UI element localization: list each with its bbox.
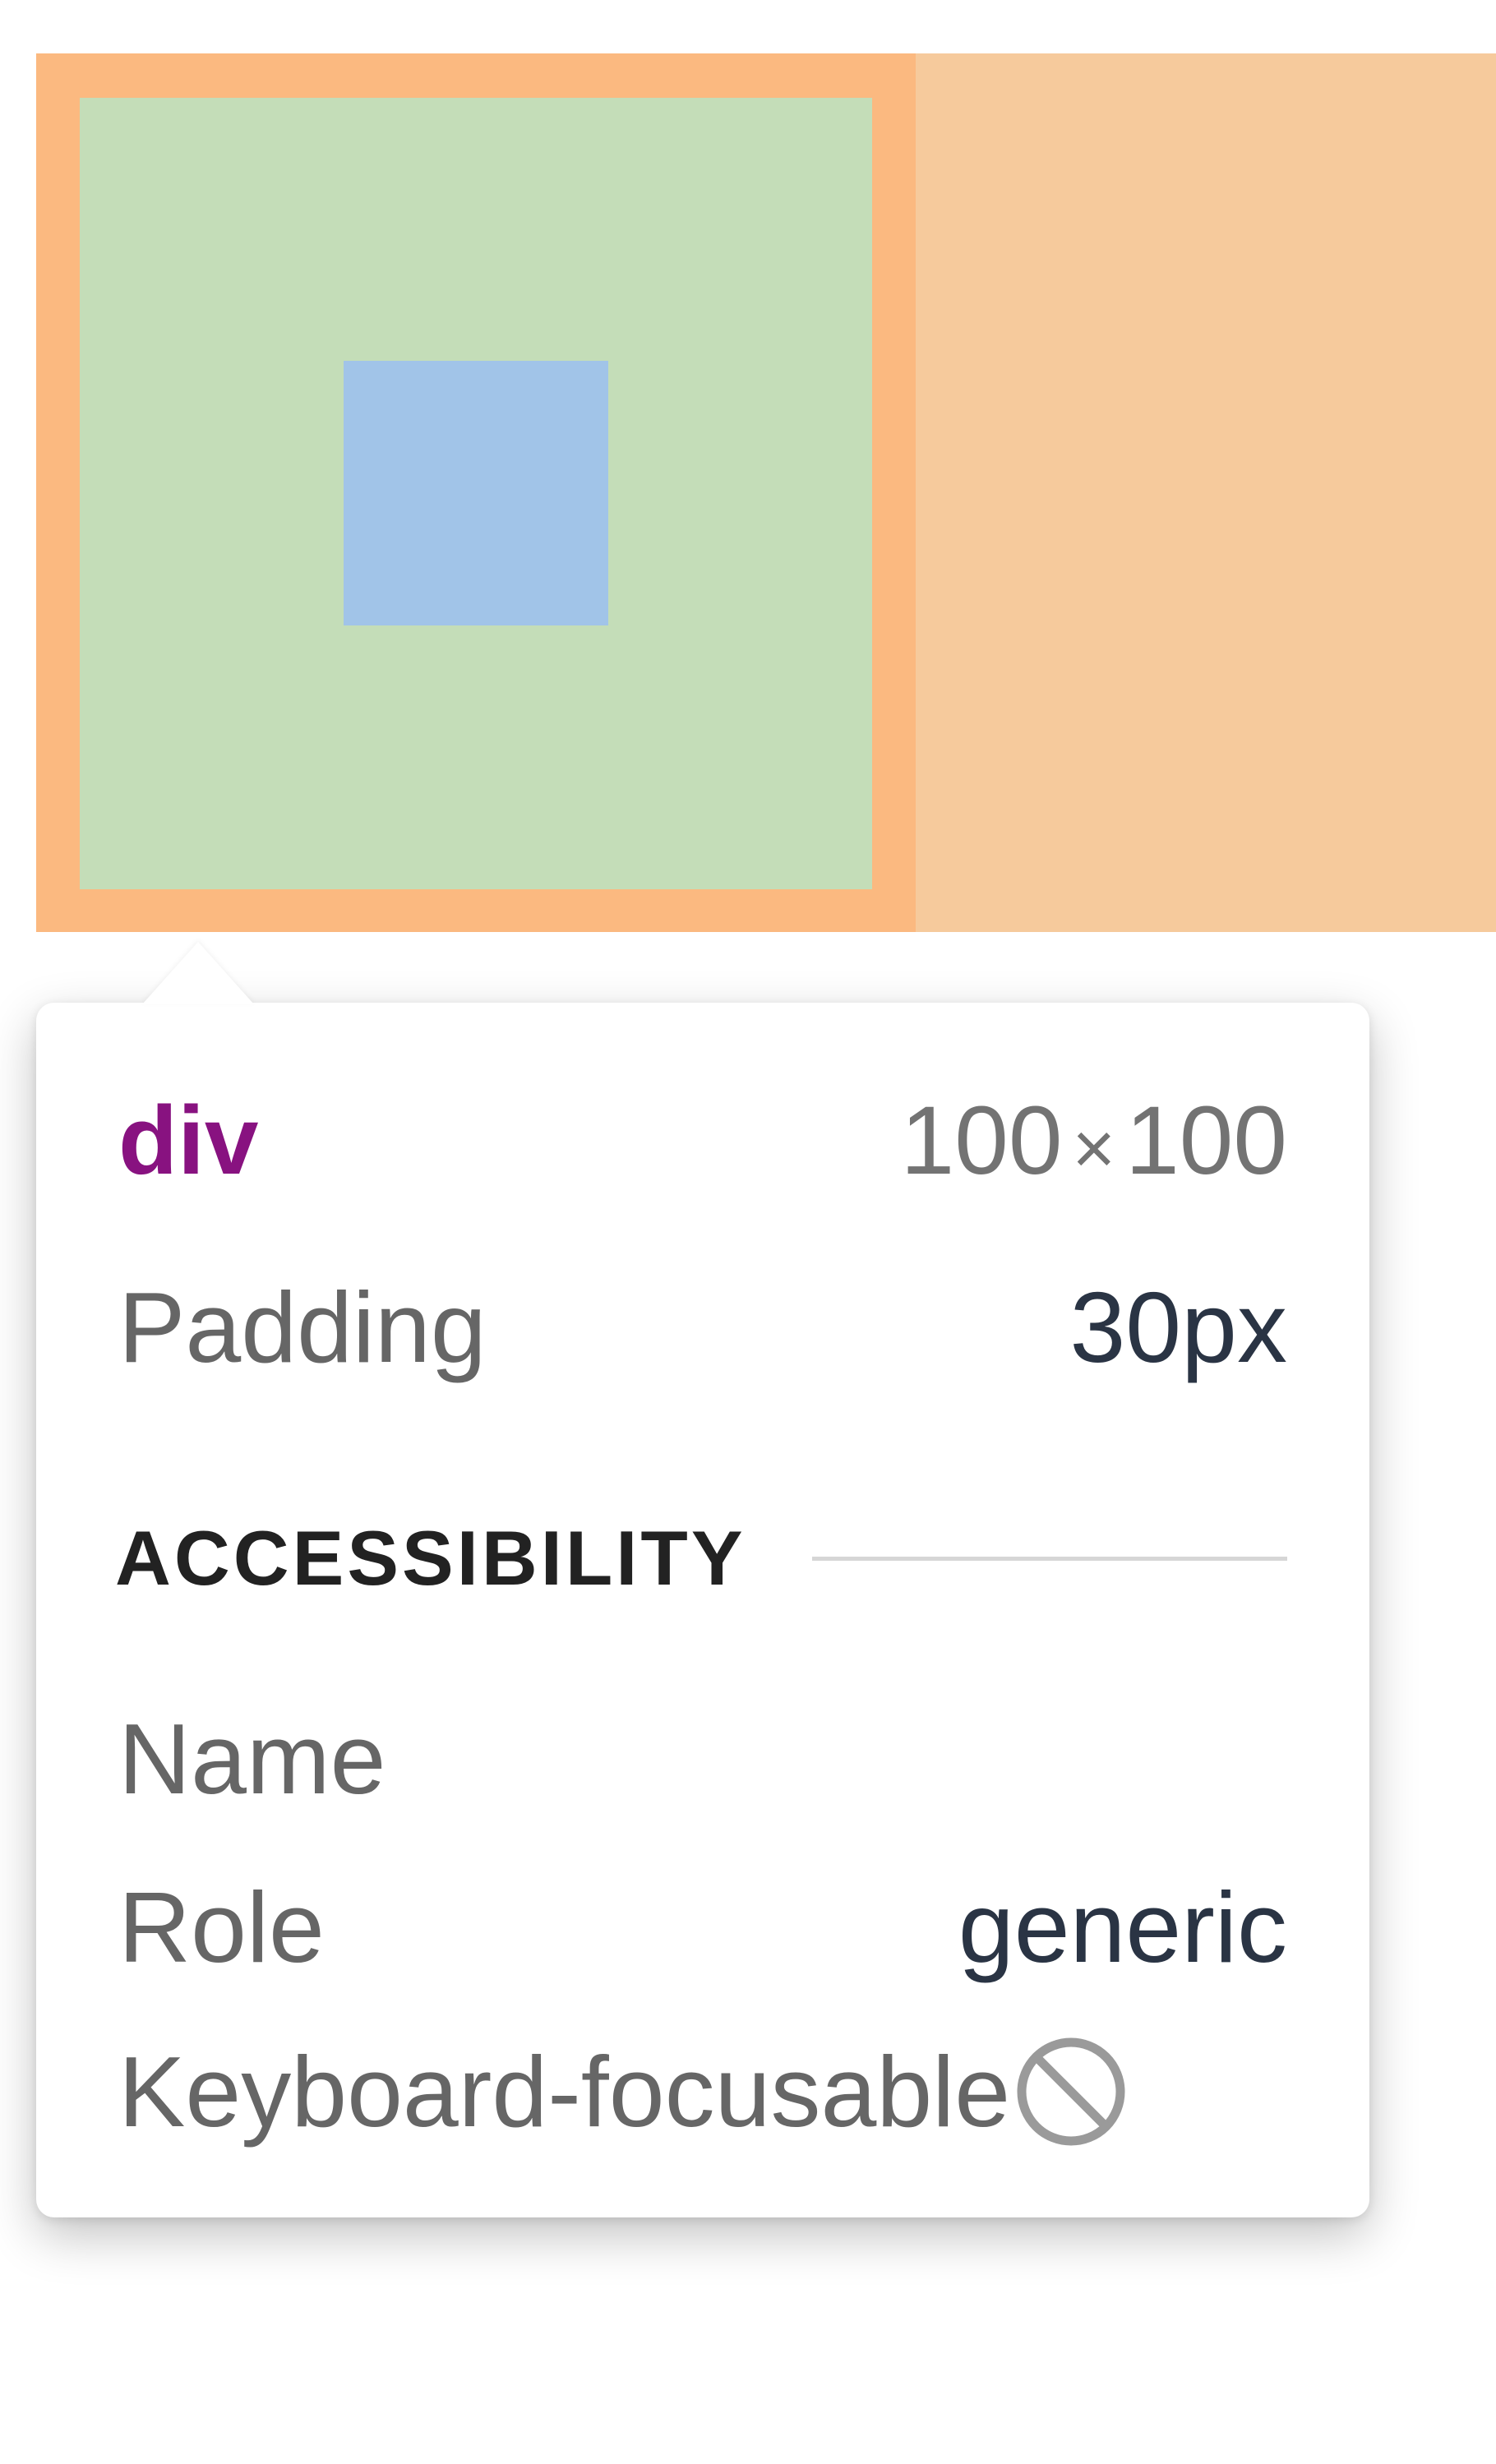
accessibility-title: ACCESSIBILITY	[115, 1515, 746, 1601]
inspect-tooltip: div 100 × 100 Padding 30px ACCESSIBILITY N…	[36, 1003, 1369, 2217]
element-dimensions: 100 × 100	[901, 1085, 1287, 1197]
keyboard-focusable-row: Keyboard-focusable	[118, 2034, 1287, 2149]
keyboard-focusable-label: Keyboard-focusable	[118, 2036, 1011, 2148]
content-highlight	[344, 361, 608, 625]
dimension-separator: ×	[1072, 1108, 1116, 1190]
padding-row: Padding 30px	[118, 1270, 1287, 1385]
element-height: 100	[1125, 1087, 1287, 1195]
margin-highlight	[916, 53, 1496, 932]
name-label: Name	[118, 1703, 386, 1815]
accessibility-header: ACCESSIBILITY	[115, 1514, 1287, 1603]
element-width: 100	[900, 1087, 1063, 1195]
not-allowed-icon	[1017, 2037, 1125, 2146]
element-tag-name: div	[118, 1087, 259, 1195]
section-divider	[811, 1556, 1287, 1561]
padding-value: 30px	[1069, 1271, 1287, 1383]
name-row: Name	[118, 1701, 1287, 1816]
tooltip-arrow	[142, 942, 254, 1004]
role-value: generic	[958, 1871, 1287, 1983]
role-row: Role generic	[118, 1870, 1287, 1985]
padding-label: Padding	[118, 1271, 487, 1383]
inspector-stage: div 100 × 100 Padding 30px ACCESSIBILITY N…	[0, 0, 1496, 2464]
role-label: Role	[118, 1871, 325, 1983]
element-info-row: div 100 × 100	[118, 1085, 1287, 1197]
